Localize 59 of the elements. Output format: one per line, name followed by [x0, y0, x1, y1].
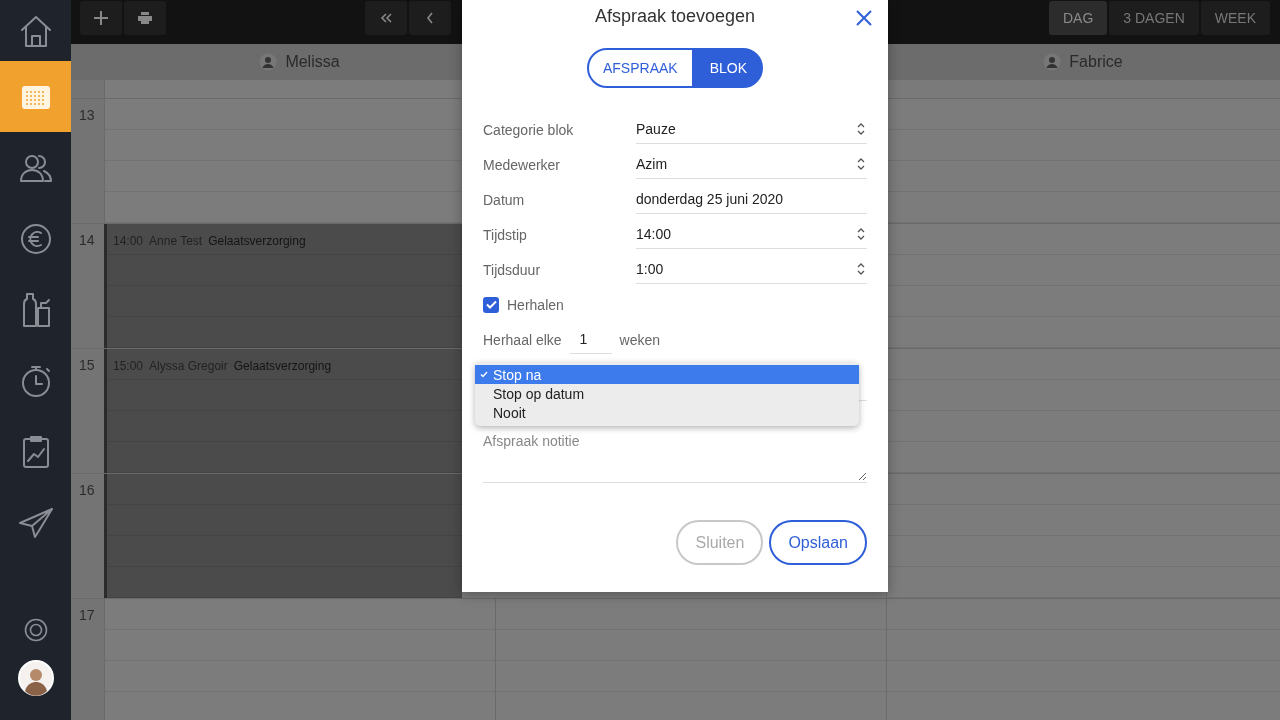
- add-button[interactable]: [80, 1, 122, 35]
- hour-label: 16: [79, 482, 95, 498]
- repeat-checkbox[interactable]: [483, 296, 499, 313]
- select-arrows-icon: [857, 263, 865, 275]
- avatar[interactable]: [17, 660, 54, 696]
- select-arrows-icon: [857, 123, 865, 135]
- dropdown-option[interactable]: Stop na: [475, 365, 859, 384]
- lifebuoy-icon[interactable]: [23, 618, 48, 642]
- field-label: Medewerker: [483, 156, 562, 173]
- dialog-title: Afspraak toevoegen: [594, 6, 756, 28]
- stopwatch-icon: [20, 363, 51, 398]
- plus-icon: [93, 10, 109, 26]
- printer-icon: [138, 12, 152, 24]
- staff-avatar-icon: [259, 53, 278, 71]
- staff-avatar-icon: [1043, 53, 1062, 71]
- select-field[interactable]: Azim: [636, 150, 867, 179]
- double-chevron-left-icon: [380, 13, 392, 23]
- field-label: Tijdstip: [483, 226, 528, 243]
- staff-name: Melissa: [285, 53, 340, 71]
- view-tab[interactable]: DAG: [1048, 1, 1108, 35]
- field-label: Tijdsduur: [483, 261, 542, 278]
- hour-label: 15: [79, 357, 95, 373]
- people-icon: [18, 152, 53, 183]
- check-icon: [480, 371, 488, 378]
- view-tab[interactable]: 3 DAGEN: [1109, 1, 1199, 35]
- note-field[interactable]: Afspraak notitie: [483, 433, 867, 481]
- interval-unit: weken: [619, 331, 661, 348]
- field-label: Categorie blok: [483, 121, 575, 138]
- select-field[interactable]: 1:00: [636, 255, 867, 284]
- paper-plane-icon: [17, 506, 54, 539]
- field-label: Datum: [483, 191, 526, 208]
- service-name: Gelaatsverzorging: [233, 359, 332, 373]
- home-icon: [19, 13, 52, 48]
- segment-tab[interactable]: AFSPRAAK: [586, 48, 694, 88]
- clipboard-chart-icon: [21, 434, 50, 469]
- input-field[interactable]: donderdag 25 juni 2020: [636, 185, 867, 214]
- interval-label: Herhaal elke: [483, 331, 562, 348]
- select-field[interactable]: 14:00: [636, 220, 867, 249]
- service-name: Gelaatsverzorging: [208, 234, 306, 248]
- bottles-icon: [20, 291, 51, 328]
- hour-label: 13: [79, 107, 95, 123]
- print-button[interactable]: [124, 1, 166, 35]
- view-tab[interactable]: WEEK: [1200, 1, 1270, 35]
- save-button[interactable]: Opslaan: [769, 520, 867, 565]
- interval-field[interactable]: 1: [569, 325, 612, 354]
- checkbox-label: Herhalen: [507, 296, 564, 313]
- euro-icon: [19, 222, 52, 255]
- calendar-icon: [20, 83, 51, 110]
- select-arrows-icon: [857, 228, 865, 240]
- first-button[interactable]: [365, 1, 407, 35]
- staff-name: Fabrice: [1069, 53, 1123, 71]
- dropdown-option[interactable]: Stop op datum: [475, 384, 859, 403]
- select-arrows-icon: [857, 158, 865, 170]
- hour-label: 14: [79, 232, 95, 248]
- select-field[interactable]: Pauze: [636, 115, 867, 144]
- chevron-left-icon: [426, 12, 434, 24]
- dropdown-option[interactable]: Nooit: [475, 403, 859, 422]
- segment-tab[interactable]: BLOK: [693, 48, 764, 88]
- hour-label: 17: [79, 607, 95, 623]
